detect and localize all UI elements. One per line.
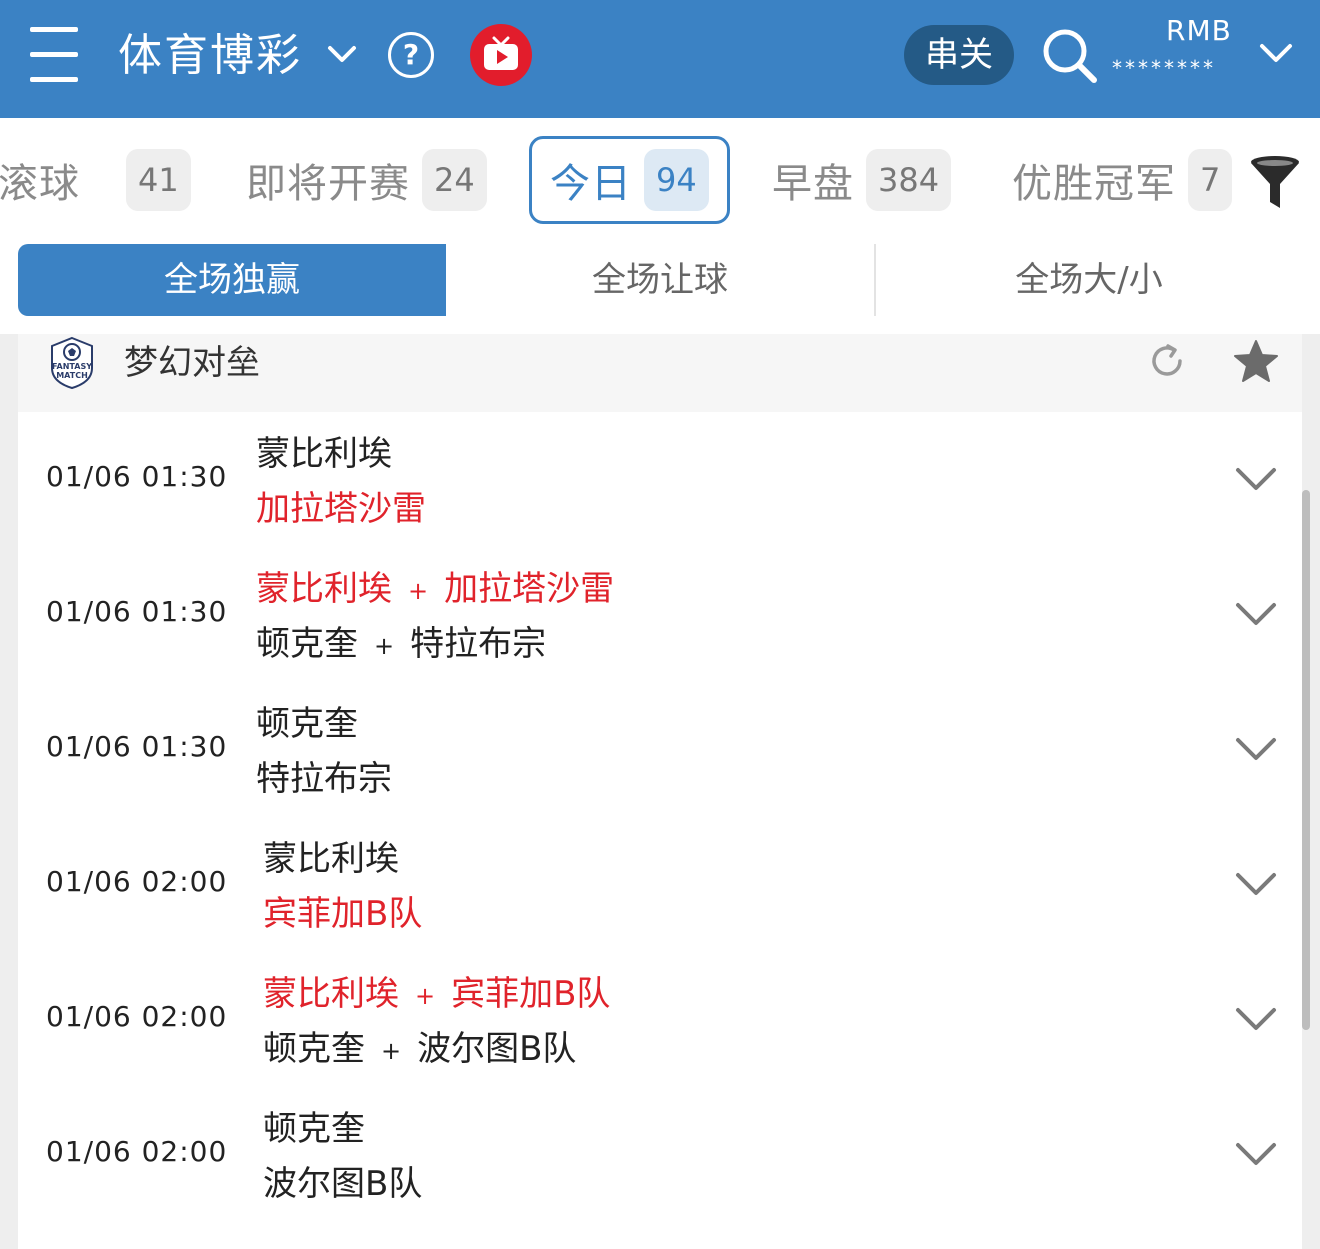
away-team: 顿克奎 + 特拉布宗 (256, 624, 547, 664)
refresh-icon[interactable] (1146, 340, 1188, 382)
scrollbar[interactable] (1302, 490, 1310, 1030)
fantasy-match-logo: FANTASY MATCH (48, 336, 96, 390)
match-row[interactable]: 01/06 01:30 蒙比利埃 加拉塔沙雷 (18, 412, 1302, 547)
chevron-down-icon[interactable] (1232, 732, 1280, 768)
parlay-button[interactable]: 串关 (904, 25, 1014, 85)
market-tab-moneyline[interactable]: 全场独赢 (18, 244, 446, 316)
tab-label: 滚球 (0, 161, 80, 207)
match-list: 01/06 01:30 蒙比利埃 加拉塔沙雷 01/06 01:30 蒙比利埃 +… (18, 412, 1302, 1249)
help-icon[interactable]: ? (388, 32, 434, 78)
match-row[interactable]: 01/06 02:00 蒙比利埃 宾菲加B队 (18, 817, 1302, 952)
tab-count: 94 (644, 149, 709, 211)
logo-line-2: MATCH (56, 371, 88, 380)
league-header[interactable]: FANTASY MATCH 梦幻对垒 (18, 334, 1302, 412)
home-team: 蒙比利埃 + 宾菲加B队 (263, 974, 611, 1014)
search-icon[interactable] (1040, 26, 1100, 86)
match-time: 01/06 01:30 (46, 595, 228, 628)
match-time: 01/06 01:30 (46, 730, 228, 763)
match-content: FANTASY MATCH 梦幻对垒 01/06 01:30 蒙比利埃 加拉塔沙… (0, 334, 1320, 1249)
filter-icon[interactable] (1248, 154, 1302, 210)
combo-plus: + (415, 981, 436, 1010)
match-time: 01/06 01:30 (46, 460, 228, 493)
away-team: 加拉塔沙雷 (256, 489, 426, 529)
match-row[interactable]: 01/06 02:00 蒙比利埃 + 宾菲加B队 顿克奎 + 波尔图B队 (18, 952, 1302, 1087)
app-title[interactable]: 体育博彩 (118, 26, 302, 86)
tab-early[interactable]: 早盘 384 (772, 136, 952, 224)
home-team: 顿克奎 (256, 704, 358, 744)
menu-icon[interactable] (30, 27, 78, 83)
tab-label: 今日 (550, 161, 632, 207)
home-team: 蒙比利埃 (256, 434, 392, 474)
tv-icon[interactable] (470, 24, 532, 86)
category-tabs: 滚球 41 即将开赛 24 今日 94 早盘 384 优胜冠军 7 (0, 118, 1320, 242)
logo-line-1: FANTASY (52, 362, 92, 371)
tab-count: 24 (422, 149, 487, 211)
home-team: 蒙比利埃 (263, 839, 399, 879)
league-name: 梦幻对垒 (124, 343, 260, 383)
chevron-down-icon[interactable] (1232, 1137, 1280, 1173)
chevron-down-icon[interactable] (1232, 597, 1280, 633)
match-time: 01/06 02:00 (46, 865, 228, 898)
match-time: 01/06 02:00 (46, 1135, 228, 1168)
combo-plus: + (374, 631, 395, 660)
tab-count: 41 (126, 149, 191, 211)
tab-count: 7 (1188, 149, 1233, 211)
away-team: 顿克奎 + 波尔图B队 (263, 1029, 577, 1069)
tab-label: 早盘 (772, 161, 854, 207)
currency-label: RMB (1166, 14, 1232, 47)
tab-label: 即将开赛 (246, 161, 410, 207)
tab-count: 384 (866, 149, 952, 211)
match-row[interactable]: 01/06 01:30 蒙比利埃 + 加拉塔沙雷 顿克奎 + 特拉布宗 (18, 547, 1302, 682)
tab-outright[interactable]: 优胜冠军 7 (1012, 136, 1233, 224)
home-team: 蒙比利埃 + 加拉塔沙雷 (256, 569, 615, 609)
tab-label: 优胜冠军 (1012, 161, 1176, 207)
app-header: 体育博彩 ? 串关 RMB ******** (0, 0, 1320, 118)
away-team: 特拉布宗 (256, 759, 392, 799)
combo-plus: + (408, 576, 429, 605)
tab-upcoming[interactable]: 即将开赛 24 (246, 136, 487, 224)
market-tabs: 全场独赢 全场让球 全场大/小 (18, 244, 1302, 316)
tab-today[interactable]: 今日 94 (529, 136, 730, 224)
away-team: 波尔图B队 (263, 1164, 423, 1204)
market-tab-over-under[interactable]: 全场大/小 (876, 244, 1302, 316)
chevron-down-icon[interactable] (1232, 462, 1280, 498)
tab-live[interactable]: 滚球 41 (0, 136, 191, 224)
match-row[interactable]: 01/06 02:00 顿克奎 波尔图B队 (18, 1087, 1302, 1222)
chevron-down-icon[interactable] (1232, 867, 1280, 903)
market-tab-handicap[interactable]: 全场让球 (446, 244, 874, 316)
star-icon[interactable] (1232, 338, 1280, 386)
home-team: 顿克奎 (263, 1109, 365, 1149)
balance-masked[interactable]: ******** (1112, 56, 1216, 80)
chevron-down-icon[interactable] (1232, 1002, 1280, 1038)
combo-plus: + (381, 1036, 402, 1065)
chevron-down-icon[interactable] (324, 36, 360, 72)
away-team: 宾菲加B队 (263, 894, 423, 934)
match-time: 01/06 02:00 (46, 1000, 228, 1033)
account-chevron-down-icon[interactable] (1256, 34, 1296, 74)
match-row[interactable]: 01/06 01:30 顿克奎 特拉布宗 (18, 682, 1302, 817)
